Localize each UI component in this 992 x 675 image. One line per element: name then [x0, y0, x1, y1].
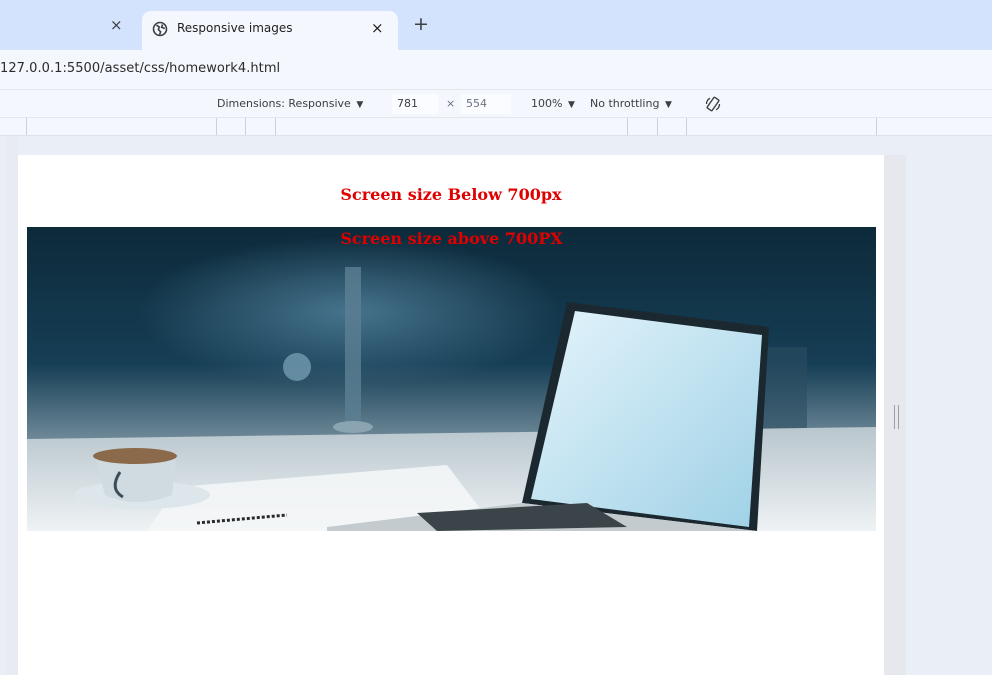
laptop-and-coffee-cup-photo — [27, 227, 876, 531]
device-toolbar: Dimensions: Responsive ▼ 781 × 554 100% … — [0, 90, 992, 118]
media-query-bar[interactable] — [0, 118, 992, 136]
tab-responsive-images[interactable]: Responsive images × — [142, 11, 398, 50]
throttling-label: No throttling — [590, 97, 660, 110]
resize-handle-icon[interactable] — [894, 405, 899, 429]
media-query-divider — [245, 118, 246, 135]
chevron-down-icon: ▼ — [356, 100, 364, 110]
width-input[interactable]: 781 — [392, 94, 438, 114]
media-query-divider — [627, 118, 628, 135]
globe-icon — [152, 21, 168, 37]
viewport-left-edge — [6, 136, 18, 675]
media-query-divider — [686, 118, 687, 135]
height-input[interactable]: 554 — [461, 94, 511, 114]
heading-above-700: Screen size above 700PX — [340, 229, 563, 248]
zoom-dropdown[interactable]: 100% ▼ — [531, 97, 575, 110]
media-query-divider — [275, 118, 276, 135]
media-query-divider — [216, 118, 217, 135]
address-bar[interactable]: 127.0.0.1:5500/asset/css/homework4.html — [0, 50, 992, 90]
dimensions-dropdown[interactable]: Dimensions: Responsive ▼ — [217, 97, 363, 110]
chevron-down-icon: ▼ — [567, 100, 575, 110]
hero-image: Screen size above 700PX — [27, 227, 876, 531]
tab-strip: × Responsive images × + — [0, 0, 992, 50]
times-label: × — [446, 97, 456, 110]
media-query-divider — [657, 118, 658, 135]
chevron-down-icon: ▼ — [664, 100, 672, 110]
url-text[interactable]: 127.0.0.1:5500/asset/css/homework4.html — [0, 61, 280, 76]
throttling-dropdown[interactable]: No throttling ▼ — [590, 97, 672, 110]
rotate-icon[interactable] — [704, 95, 722, 113]
zoom-label: 100% — [531, 97, 563, 110]
prev-tab-close-icon[interactable]: × — [110, 17, 123, 33]
new-tab-button[interactable]: + — [413, 14, 429, 34]
dimensions-label: Dimensions: Responsive — [217, 97, 351, 110]
media-query-divider — [876, 118, 877, 135]
heading-below-700: Screen size Below 700px — [340, 185, 562, 204]
emulated-page: Screen size Below 700px Screen size abov… — [18, 155, 884, 675]
media-query-divider — [26, 118, 27, 135]
tab-close-icon[interactable]: × — [371, 19, 384, 37]
tab-title: Responsive images — [177, 21, 293, 35]
